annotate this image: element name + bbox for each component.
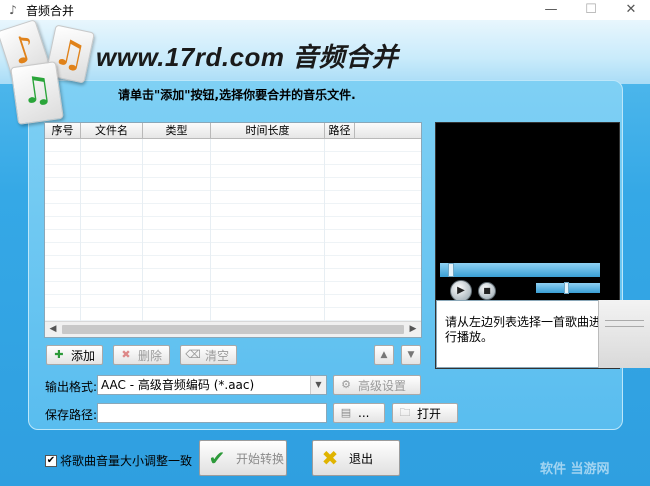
add-button[interactable]: ✚ 添加: [46, 345, 103, 365]
clear-button[interactable]: ⌫ 清空: [180, 345, 237, 365]
exit-icon: ✖: [321, 446, 339, 470]
player-hint: 请从左边列表选择一首歌曲进行播放。: [436, 300, 610, 368]
folder-open-icon: 🗀: [399, 406, 411, 419]
scroll-left-icon[interactable]: ◀: [45, 322, 61, 337]
divider: [605, 326, 644, 327]
instruction-text: 请单击"添加"按钮,选择你要合并的音乐文件.: [118, 88, 356, 102]
exit-label: 退出: [349, 451, 374, 466]
normalize-checkbox[interactable]: ✔: [45, 454, 57, 467]
app-window: ♪ 音频合并 — ☐ ✕ ♪ ♫ ♫ www.17rd.com 音频合并 请单击…: [0, 0, 650, 486]
clear-icon: ⌫: [185, 348, 201, 361]
delete-button[interactable]: ✖ 删除: [113, 345, 170, 365]
column-header-filename[interactable]: 文件名: [81, 123, 143, 138]
exit-button[interactable]: ✖ 退出: [312, 440, 400, 476]
column-header-path[interactable]: 路径: [325, 123, 355, 138]
volume-slider[interactable]: [536, 282, 600, 294]
path-label: 保存路径:: [45, 408, 98, 422]
title-bar: ♪ 音频合并 — ☐ ✕: [0, 0, 650, 20]
file-list[interactable]: 序号 文件名 类型 时间长度 路径 ◀ ▶: [44, 122, 422, 338]
normalize-label: 将歌曲音量大小调整一致: [60, 454, 193, 468]
stop-icon[interactable]: ■: [478, 282, 496, 300]
seek-knob[interactable]: [448, 263, 454, 277]
format-label: 输出格式:: [45, 380, 98, 394]
horizontal-scrollbar[interactable]: ◀ ▶: [45, 321, 421, 337]
browse-button[interactable]: ▤ ...: [333, 403, 385, 423]
move-up-button[interactable]: ▲: [374, 345, 394, 365]
close-icon[interactable]: ✕: [611, 0, 650, 20]
column-header-type[interactable]: 类型: [143, 123, 211, 138]
advanced-settings-button[interactable]: ⚙ 高级设置: [333, 375, 421, 395]
list-body[interactable]: [45, 139, 421, 321]
logo: ♪ ♫ ♫: [0, 19, 95, 125]
start-convert-label: 开始转换: [236, 451, 285, 466]
add-button-label: 添加: [71, 348, 96, 363]
brand-title: www.17rd.com 音频合并: [96, 42, 399, 72]
browse-button-label: ...: [358, 406, 370, 420]
add-icon: ✚: [54, 348, 64, 361]
format-select[interactable]: AAC - 高级音频编码 (*.aac) ▼: [97, 375, 327, 395]
delete-icon: ✖: [121, 348, 131, 361]
play-icon[interactable]: ▶: [450, 280, 472, 302]
chevron-down-icon[interactable]: ▼: [310, 376, 326, 394]
hint-side-panel: [598, 300, 650, 368]
settings-icon: ⚙: [341, 378, 351, 391]
open-button-label: 打开: [417, 406, 442, 421]
column-header-duration[interactable]: 时间长度: [211, 123, 325, 138]
volume-knob[interactable]: [564, 282, 569, 294]
arrow-up-icon: ▲: [380, 350, 388, 360]
watermark: 软件 当游网: [540, 462, 610, 477]
format-select-value: AAC - 高级音频编码 (*.aac): [101, 378, 255, 392]
move-down-button[interactable]: ▼: [401, 345, 421, 365]
clear-button-label: 清空: [205, 348, 230, 363]
music-note-icon: ♫: [10, 61, 64, 125]
start-convert-button[interactable]: ✔ 开始转换: [199, 440, 287, 476]
column-header-index[interactable]: 序号: [45, 123, 81, 138]
maximize-icon[interactable]: ☐: [571, 0, 611, 20]
save-path-input[interactable]: [97, 403, 327, 423]
scroll-thumb[interactable]: [62, 325, 404, 334]
advanced-settings-label: 高级设置: [358, 378, 407, 393]
open-button[interactable]: 🗀 打开: [392, 403, 458, 423]
minimize-icon[interactable]: —: [531, 0, 571, 20]
seek-bar[interactable]: [440, 263, 600, 277]
normalize-volume-option[interactable]: ✔ 将歌曲音量大小调整一致: [45, 452, 192, 469]
folder-browse-icon: ▤: [340, 406, 352, 419]
divider: [605, 320, 644, 321]
app-icon: ♪: [9, 3, 17, 17]
check-icon: ✔: [208, 446, 226, 470]
window-title: 音频合并: [26, 3, 75, 18]
scroll-right-icon[interactable]: ▶: [405, 322, 421, 337]
arrow-down-icon: ▼: [407, 350, 415, 360]
delete-button-label: 删除: [138, 348, 163, 363]
list-header: 序号 文件名 类型 时间长度 路径: [45, 123, 421, 139]
